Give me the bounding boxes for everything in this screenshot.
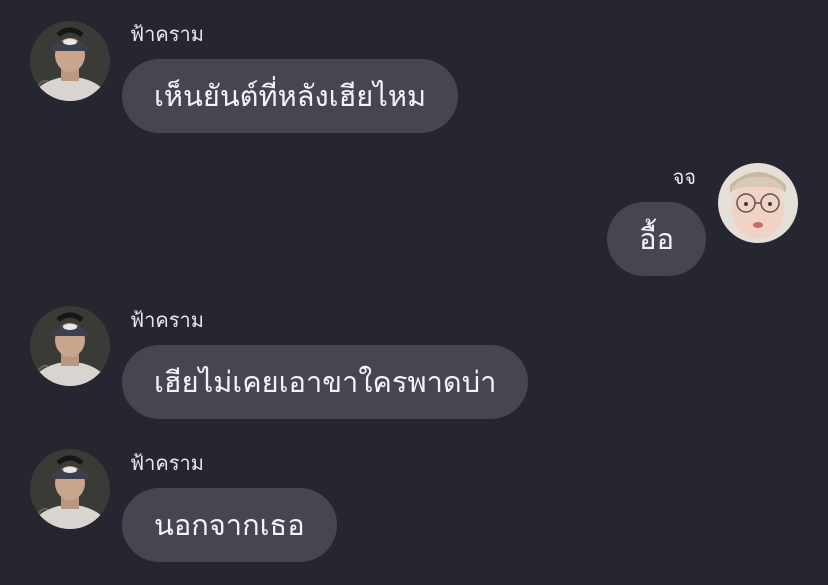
sender-name: ฟ้าคราม — [130, 22, 204, 46]
sender-name: จจ — [672, 165, 696, 189]
avatar-fahkram[interactable] — [30, 21, 110, 101]
sender-name: ฟ้าคราม — [130, 308, 204, 332]
message-bubble[interactable]: เฮียไม่เคยเอาขาใครพาดบ่า — [122, 345, 529, 419]
avatar-jj[interactable] — [718, 163, 798, 243]
message-bubble[interactable]: อื้อ — [607, 202, 706, 276]
sender-name: ฟ้าคราม — [130, 451, 204, 475]
chat-view: ฟ้าคราม เห็นยันต์ที่หลังเฮียไหม จจ อื้อ — [0, 0, 828, 585]
avatar-fahkram[interactable] — [30, 306, 110, 386]
avatar-fahkram[interactable] — [30, 449, 110, 529]
message-bubble[interactable]: เห็นยันต์ที่หลังเฮียไหม — [122, 59, 459, 133]
message-bubble[interactable]: นอกจากเธอ — [122, 488, 337, 562]
